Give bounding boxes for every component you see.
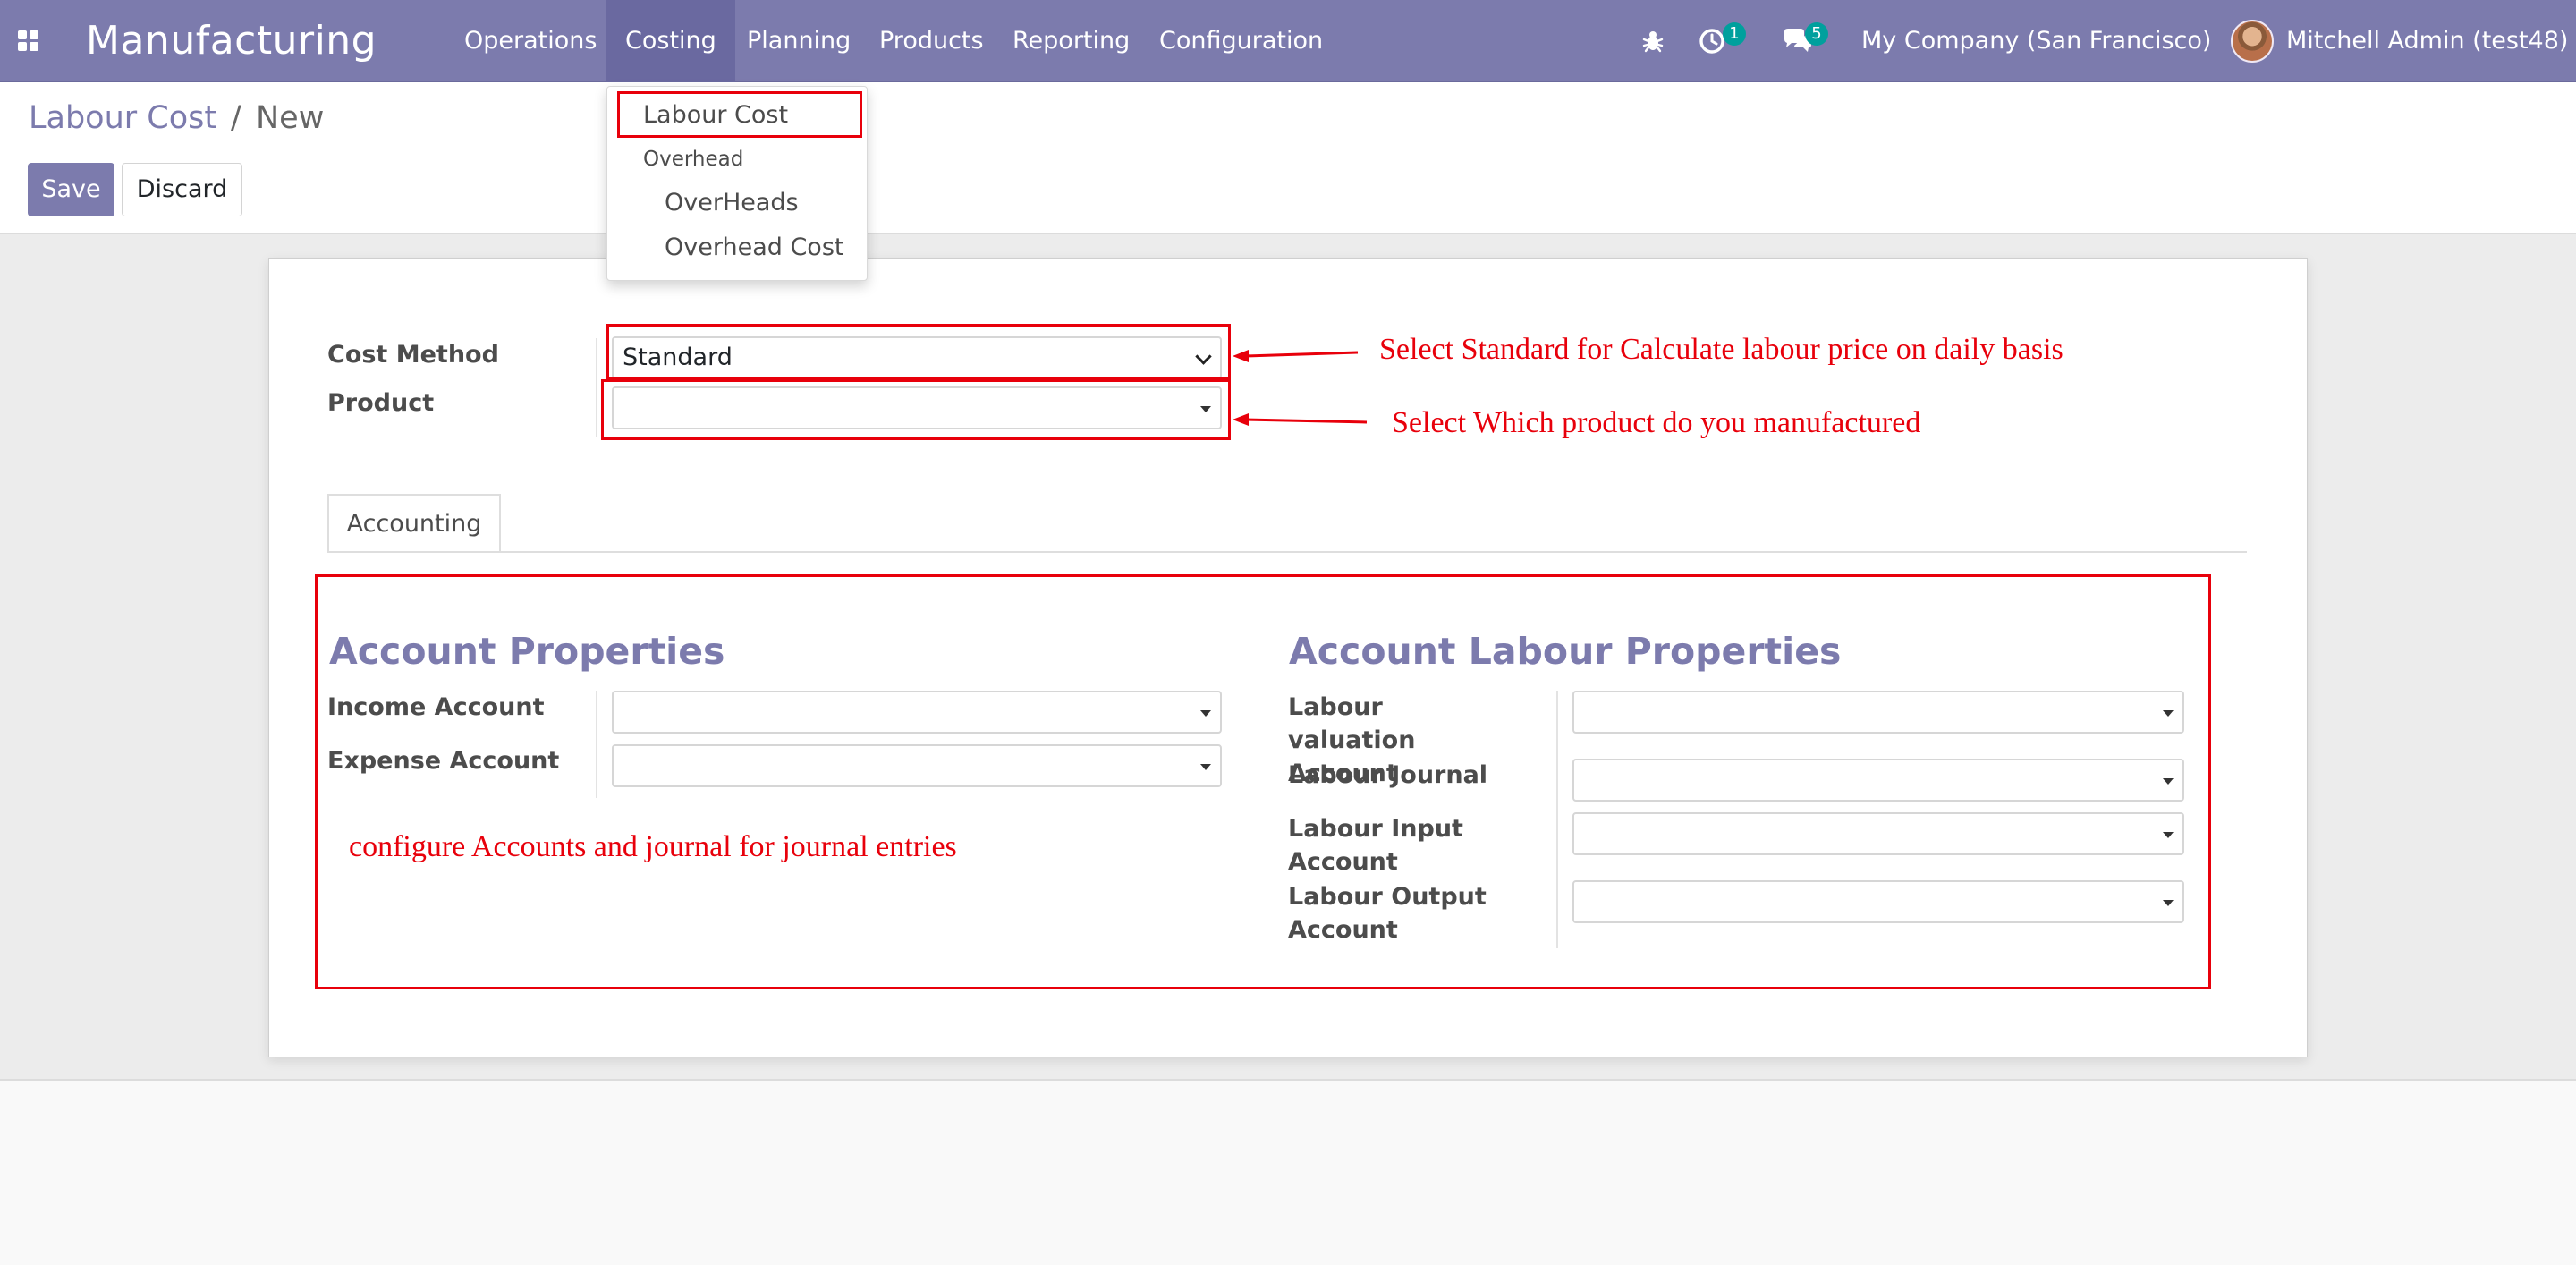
product-note: Select Which product do you manufactured [1392, 406, 1921, 439]
accounting-note: configure Accounts and journal for journ… [349, 830, 957, 863]
annotation-arrows [1233, 350, 1368, 426]
cost-method-note: Select Standard for Calculate labour pri… [1379, 333, 2063, 366]
